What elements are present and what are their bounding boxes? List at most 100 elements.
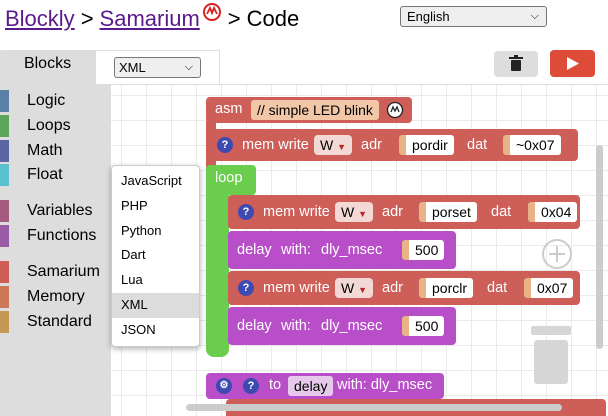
delay-value[interactable]: 500 <box>402 316 445 336</box>
adr-label: adr <box>382 204 403 220</box>
option-xml[interactable]: XML <box>112 292 199 318</box>
option-python[interactable]: Python <box>112 219 199 244</box>
samarium-link[interactable]: Samarium <box>100 6 200 31</box>
toolbox-item-functions[interactable]: Functions <box>0 225 111 247</box>
w-dropdown[interactable]: W ▼ <box>314 135 353 155</box>
code-language-select[interactable]: XML ⌵ <box>114 57 201 78</box>
dropdown-arrow-icon: ▼ <box>358 285 368 295</box>
toolbox-item-memory[interactable]: Memory <box>0 286 111 308</box>
blockly-workspace[interactable]: Logic Loops Math Float Variables Functio… <box>0 84 608 416</box>
category-label: Samarium <box>27 263 100 280</box>
run-button[interactable] <box>550 50 595 77</box>
function-name-field[interactable]: delay <box>288 376 334 396</box>
w-dropdown[interactable]: W ▼ <box>335 202 374 222</box>
category-label: Functions <box>27 227 97 244</box>
with-label: with: <box>281 318 311 334</box>
language-select[interactable]: English ⌵ <box>400 6 547 27</box>
help-icon[interactable]: ? <box>238 204 254 220</box>
category-label: Logic <box>27 92 66 109</box>
toolbox-item-variables[interactable]: Variables <box>0 200 111 222</box>
mem-write-block-3[interactable]: ? mem write W ▼ adr porclr dat 0x07 <box>228 271 580 305</box>
delay-call-block-1[interactable]: delay with: dly_msec 500 <box>228 231 456 269</box>
help-icon[interactable]: ? <box>243 378 259 394</box>
workspace-trash-icon[interactable] <box>528 326 574 384</box>
asm-comment-field[interactable]: // simple LED blink <box>251 100 379 120</box>
delay-value[interactable]: 500 <box>402 240 445 260</box>
option-php[interactable]: PHP <box>112 194 199 219</box>
option-json[interactable]: JSON <box>112 318 199 343</box>
dly-msec-label: dly_msec <box>321 318 383 334</box>
delay-call-block-2[interactable]: delay with: dly_msec 500 <box>228 307 456 345</box>
toolbox-item-standard[interactable]: Standard <box>0 311 111 333</box>
gear-icon[interactable]: ⚙ <box>216 378 232 394</box>
toolbox-item-float[interactable]: Float <box>0 164 111 186</box>
dropdown-arrow-icon: ▼ <box>337 142 347 152</box>
samarium-logo-icon <box>202 3 221 21</box>
delay-label: delay <box>237 242 272 258</box>
category-label: Variables <box>27 202 93 219</box>
category-label: Memory <box>27 288 85 305</box>
toolbox-item-loops[interactable]: Loops <box>0 115 111 137</box>
category-swatch <box>0 261 9 283</box>
category-swatch <box>0 90 9 112</box>
toolbox-item-samarium[interactable]: Samarium <box>0 261 111 283</box>
adr-label: adr <box>361 137 382 153</box>
horizontal-scrollbar[interactable] <box>186 404 562 411</box>
adr-label: adr <box>382 280 403 296</box>
toolbox-item-math[interactable]: Math <box>0 140 111 162</box>
samarium-small-icon <box>386 101 404 119</box>
mem-write-label: mem write <box>242 137 309 153</box>
w-dropdown-value: W <box>341 280 355 296</box>
w-dropdown-value: W <box>320 137 334 153</box>
header-breadcrumb: Blockly > Samarium > Code <box>5 3 299 36</box>
category-label: Math <box>27 142 63 159</box>
category-swatch <box>0 200 9 222</box>
mem-write-label: mem write <box>263 280 330 296</box>
breadcrumb-separator: > <box>80 6 94 31</box>
function-definition-block[interactable]: ⚙ ? to delay with: dly_msec <box>206 373 444 399</box>
w-dropdown-value: W <box>341 204 355 220</box>
code-select-value: XML <box>119 60 146 75</box>
category-swatch <box>0 286 9 308</box>
dat-label: dat <box>491 204 512 220</box>
language-select-value: English <box>407 9 450 24</box>
dat-value[interactable]: 0x07 <box>524 278 574 298</box>
loop-label: loop <box>215 170 243 186</box>
category-label: Loops <box>27 117 71 134</box>
option-lua[interactable]: Lua <box>112 268 199 293</box>
toolbox: Logic Loops Math Float Variables Functio… <box>0 85 111 416</box>
category-label: Float <box>27 166 63 183</box>
category-label: Standard <box>27 313 92 330</box>
option-javascript[interactable]: JavaScript <box>112 169 199 194</box>
delay-label: delay <box>237 318 272 334</box>
chevron-down-icon: ⌵ <box>184 61 193 73</box>
help-icon[interactable]: ? <box>238 280 254 296</box>
mem-write-block-2[interactable]: ? mem write W ▼ adr porset dat 0x04 <box>228 195 580 229</box>
category-swatch <box>0 140 9 162</box>
blockly-link[interactable]: Blockly <box>5 6 75 31</box>
adr-value[interactable]: porclr <box>419 278 474 298</box>
option-dart[interactable]: Dart <box>112 243 199 268</box>
dat-label: dat <box>467 137 488 153</box>
help-icon[interactable]: ? <box>217 137 233 153</box>
mem-write-block-1[interactable]: ? mem write W ▼ adr pordir dat ~0x07 <box>206 129 578 161</box>
zoom-in-icon[interactable] <box>541 238 573 270</box>
adr-value[interactable]: pordir <box>399 135 454 155</box>
tab-blocks[interactable]: Blocks <box>0 50 95 84</box>
with-label: with: <box>281 242 311 258</box>
params-label: with: dly_msec <box>337 377 433 393</box>
trash-button[interactable] <box>494 51 538 77</box>
dat-value[interactable]: 0x04 <box>528 202 578 222</box>
trash-icon <box>509 55 523 71</box>
asm-block[interactable]: asm // simple LED blink <box>206 97 412 123</box>
mem-write-label: mem write <box>263 204 330 220</box>
adr-value[interactable]: porset <box>419 202 477 222</box>
category-swatch <box>0 115 9 137</box>
category-swatch <box>0 164 9 186</box>
category-swatch <box>0 311 9 333</box>
dat-value[interactable]: ~0x07 <box>503 135 561 155</box>
w-dropdown[interactable]: W ▼ <box>335 278 374 298</box>
vertical-scrollbar[interactable] <box>596 145 603 349</box>
breadcrumb-separator-2: > <box>227 6 241 31</box>
toolbox-item-logic[interactable]: Logic <box>0 90 111 112</box>
